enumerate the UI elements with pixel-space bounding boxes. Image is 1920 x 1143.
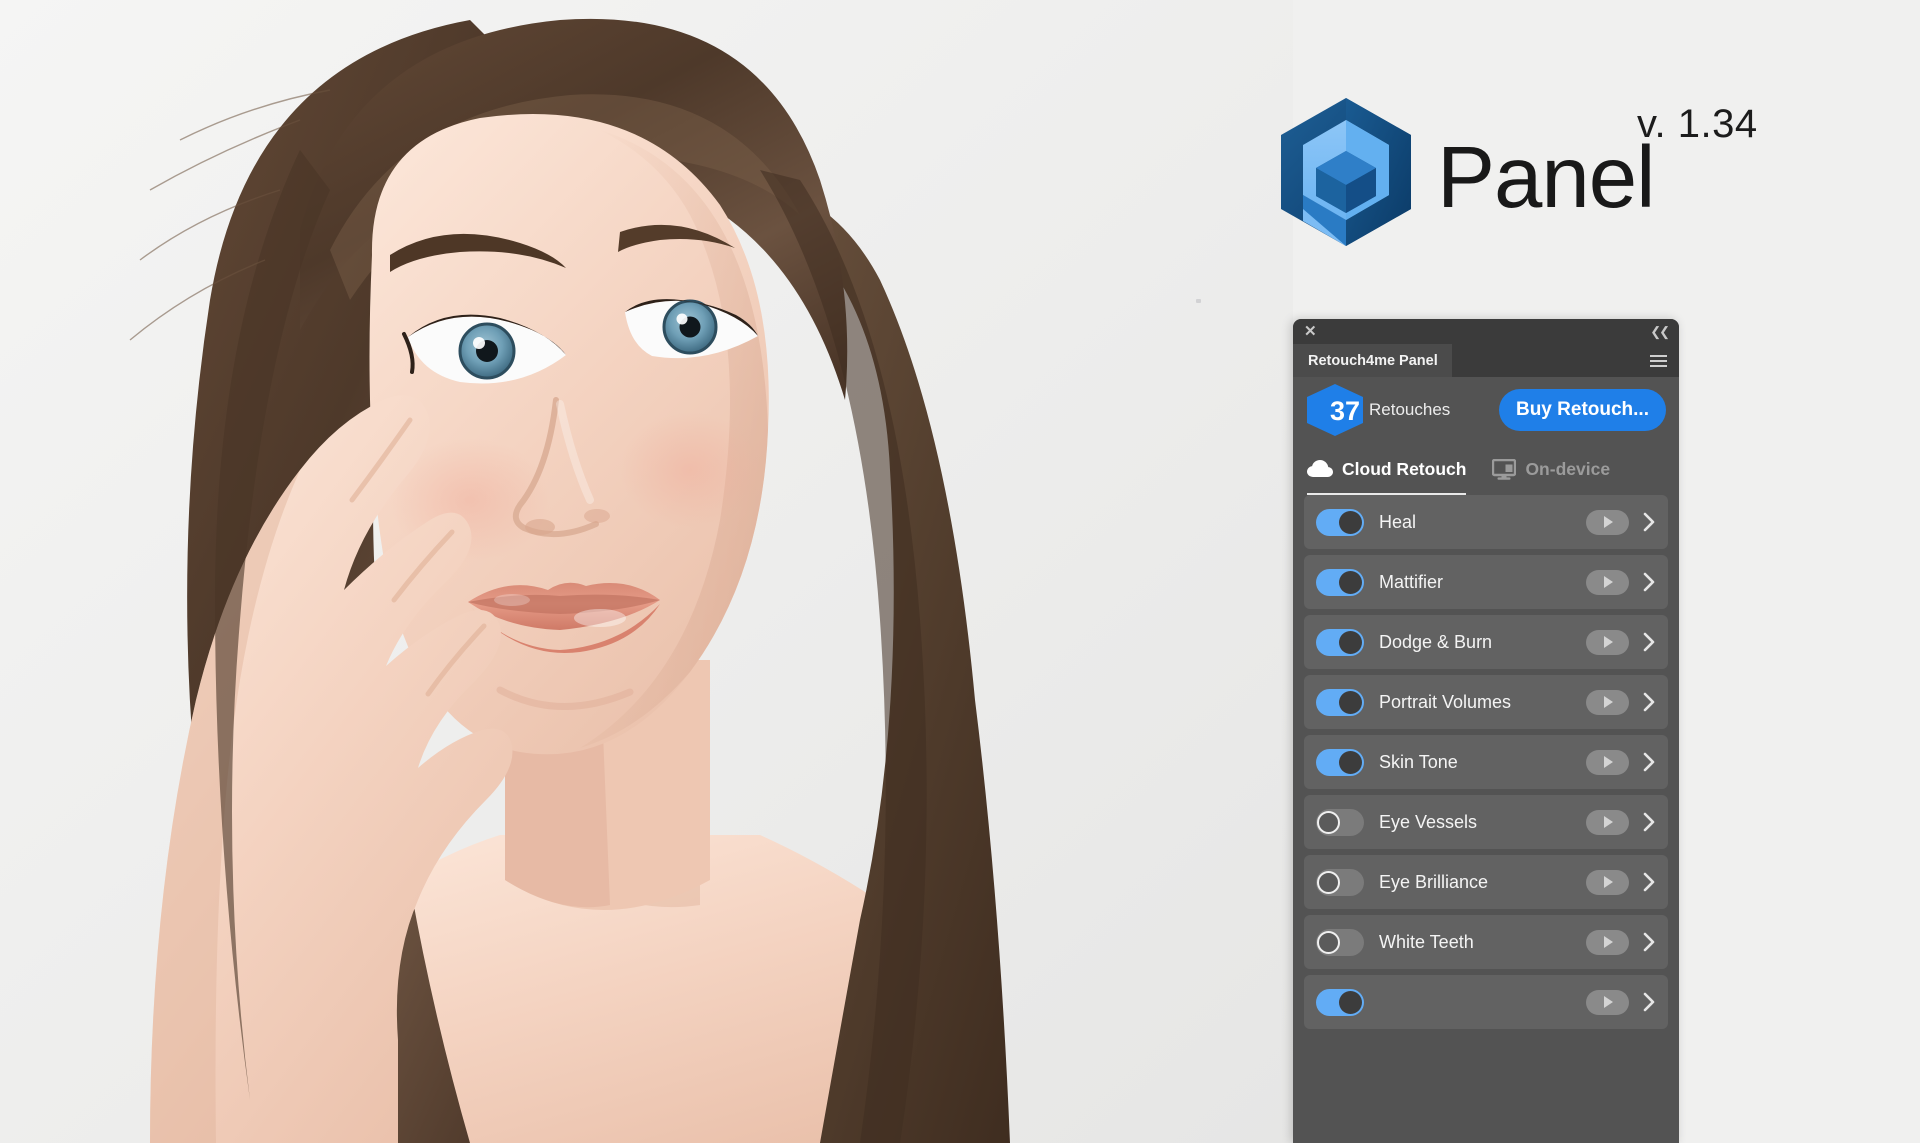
feature-name: Eye Vessels: [1379, 811, 1478, 832]
feature-toggle[interactable]: [1316, 748, 1364, 776]
tab-on-device-label: On-device: [1525, 458, 1611, 479]
monitor-icon: [1492, 458, 1517, 480]
retouch-count: 37: [1329, 395, 1361, 426]
feature-row: White Teeth: [1304, 915, 1668, 969]
chevron-right-icon[interactable]: [1643, 992, 1656, 1012]
panel-body: 37 Retouches Buy Retouch... Cloud Retouc…: [1293, 377, 1679, 1143]
retouch-count-label: Retouches: [1369, 400, 1451, 419]
chevron-right-icon[interactable]: [1643, 512, 1656, 532]
feature-toggle[interactable]: [1316, 808, 1364, 836]
portrait-photo: [0, 0, 1293, 1143]
play-triangle: [1604, 696, 1613, 708]
feature-row: Mattifier: [1304, 555, 1668, 609]
brand-header: Panel v. 1.34: [1277, 96, 1757, 248]
toggle-knob: [1317, 810, 1340, 834]
screen-root: Panel v. 1.34 ✕ ❮❮ Retouch4me Panel 37 R…: [0, 0, 1920, 1143]
feature-toggle[interactable]: [1316, 508, 1364, 536]
double-chevron-left-icon[interactable]: ❮❮: [1650, 325, 1670, 338]
brand-version: v. 1.34: [1637, 102, 1758, 146]
tab-retouch4me-panel[interactable]: Retouch4me Panel: [1293, 344, 1452, 377]
feature-list: Heal Mattifier Dodge & Burn Portrait Volume…: [1293, 495, 1679, 1143]
tab-cloud-retouch-label: Cloud Retouch: [1342, 458, 1467, 479]
close-icon[interactable]: ✕: [1304, 324, 1317, 339]
panel-titlebar: ✕ ❮❮: [1293, 319, 1679, 344]
cloud-icon: [1307, 460, 1333, 477]
play-triangle: [1604, 996, 1613, 1008]
feature-name: Dodge & Burn: [1379, 631, 1493, 652]
play-icon[interactable]: [1586, 809, 1629, 835]
play-triangle: [1604, 756, 1613, 768]
feature-row: [1304, 975, 1668, 1029]
toggle-knob: [1317, 870, 1340, 894]
chevron-right-icon[interactable]: [1643, 692, 1656, 712]
play-triangle: [1604, 816, 1613, 828]
feature-row: Heal: [1304, 495, 1668, 549]
chevron-right-icon[interactable]: [1643, 812, 1656, 832]
feature-toggle[interactable]: [1316, 568, 1364, 596]
burger-line: [1649, 354, 1667, 357]
brand-wordmark: Panel v. 1.34: [1437, 96, 1757, 226]
feature-row: Eye Brilliance: [1304, 855, 1668, 909]
toggle-knob: [1339, 990, 1362, 1014]
tabbar-spacer: [1452, 344, 1637, 377]
feature-row: Portrait Volumes: [1304, 675, 1668, 729]
feature-row: Skin Tone: [1304, 735, 1668, 789]
tab-label: Retouch4me Panel: [1308, 352, 1438, 369]
toggle-knob: [1339, 510, 1362, 534]
portrait-illustration: [0, 0, 1293, 1143]
feature-name: White Teeth: [1379, 931, 1474, 952]
panel-tabbar: Retouch4me Panel: [1293, 344, 1679, 377]
mode-tabs: Cloud Retouch On-device: [1293, 443, 1679, 495]
play-icon[interactable]: [1586, 629, 1629, 655]
play-icon[interactable]: [1586, 569, 1629, 595]
play-icon[interactable]: [1586, 989, 1629, 1015]
feature-toggle[interactable]: [1316, 928, 1364, 956]
toggle-knob: [1339, 690, 1362, 714]
feature-name: Eye Brilliance: [1379, 871, 1489, 892]
hexagon-p-logo-icon: [1281, 98, 1411, 246]
feature-toggle[interactable]: [1316, 688, 1364, 716]
retouch-credits-badge: 37: [1307, 384, 1363, 436]
chevron-right-icon[interactable]: [1643, 632, 1656, 652]
image-artifact-dot: [1196, 299, 1201, 303]
tab-on-device[interactable]: On-device: [1492, 443, 1636, 495]
brand-name: Panel: [1437, 129, 1656, 226]
burger-line: [1649, 359, 1667, 362]
play-triangle: [1604, 936, 1613, 948]
feature-row: Eye Vessels: [1304, 795, 1668, 849]
chevron-right-icon[interactable]: [1643, 572, 1656, 592]
play-icon[interactable]: [1586, 869, 1629, 895]
play-icon[interactable]: [1586, 929, 1629, 955]
play-icon[interactable]: [1586, 749, 1629, 775]
retouch4me-panel: ✕ ❮❮ Retouch4me Panel 37 Retouches Buy R…: [1293, 319, 1679, 1143]
toggle-knob: [1339, 750, 1362, 774]
play-triangle: [1604, 636, 1613, 648]
hamburger-menu-icon[interactable]: [1637, 344, 1679, 377]
feature-name: Portrait Volumes: [1379, 691, 1512, 712]
toggle-knob: [1339, 570, 1362, 594]
chevron-right-icon[interactable]: [1643, 932, 1656, 952]
tab-cloud-retouch[interactable]: Cloud Retouch: [1307, 443, 1492, 495]
feature-row: Dodge & Burn: [1304, 615, 1668, 669]
chevron-right-icon[interactable]: [1643, 752, 1656, 772]
play-triangle: [1604, 516, 1613, 528]
credits-row: 37 Retouches Buy Retouch...: [1293, 377, 1679, 443]
burger-line: [1649, 364, 1667, 367]
chevron-right-icon[interactable]: [1643, 872, 1656, 892]
play-icon[interactable]: [1586, 509, 1629, 535]
buy-retouches-button[interactable]: Buy Retouch...: [1498, 389, 1666, 431]
toggle-knob: [1339, 630, 1362, 654]
feature-toggle[interactable]: [1316, 868, 1364, 896]
play-triangle: [1604, 576, 1613, 588]
feature-name: Skin Tone: [1379, 751, 1458, 772]
feature-toggle[interactable]: [1316, 628, 1364, 656]
toggle-knob: [1317, 930, 1340, 954]
play-triangle: [1604, 876, 1613, 888]
feature-name: Mattifier: [1379, 571, 1444, 592]
play-icon[interactable]: [1586, 689, 1629, 715]
feature-name: Heal: [1379, 511, 1417, 532]
feature-toggle[interactable]: [1316, 988, 1364, 1016]
